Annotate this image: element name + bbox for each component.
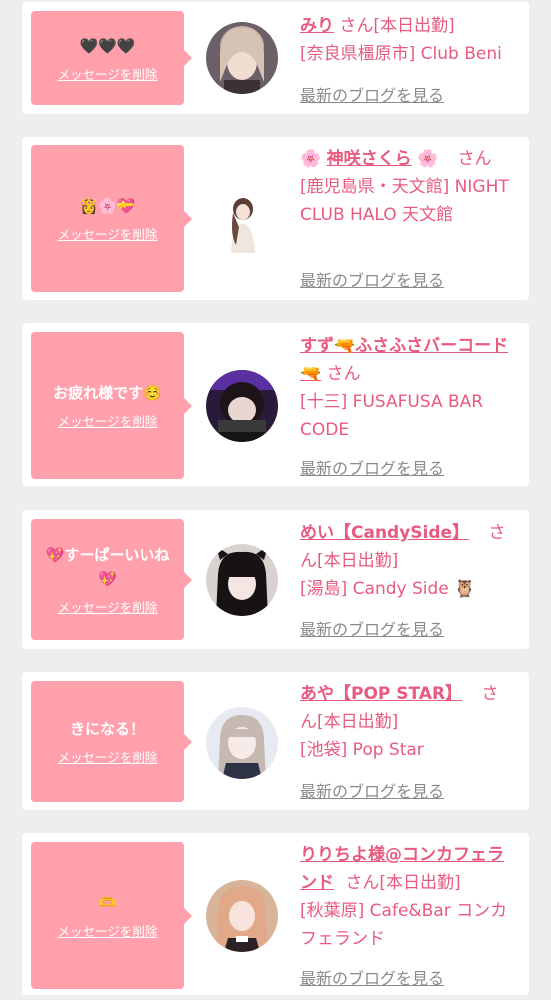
message-bubble: 👸🌸💝 メッセージを削除 bbox=[31, 145, 192, 292]
honorific: さん bbox=[339, 16, 374, 36]
message-bubble: きになる！ メッセージを削除 bbox=[31, 681, 192, 802]
shop-name: [湯島] Candy Side 🦉 bbox=[300, 579, 476, 599]
latest-blog-link[interactable]: 最新のブログを見る bbox=[300, 267, 444, 291]
avatar[interactable] bbox=[206, 544, 278, 616]
honorific: さん bbox=[326, 364, 361, 384]
attendance-badge: [本日出勤] bbox=[379, 873, 461, 893]
delete-message-link[interactable]: メッセージを削除 bbox=[58, 224, 158, 243]
cast-name-link[interactable]: あや【POP STAR】 bbox=[300, 684, 462, 704]
message-card: 👸🌸💝 メッセージを削除 🌸 神咲さくら 🌸 さん [鹿児島県・天文館] NIG… bbox=[22, 137, 529, 300]
attendance-badge: [本日出勤] bbox=[317, 551, 399, 571]
cast-info: みり さん[本日出勤] [奈良県橿原市] Club Beni bbox=[300, 12, 513, 68]
shop-name: [鹿児島県・天文館] NIGHT CLUB HALO 天文館 bbox=[300, 177, 509, 225]
avatar[interactable] bbox=[206, 707, 278, 779]
avatar[interactable] bbox=[206, 183, 278, 255]
attendance-badge: [本日出勤] bbox=[317, 712, 399, 732]
flower-icon: 🌸 bbox=[416, 149, 439, 169]
water-gun-icon: 🔫 bbox=[300, 364, 322, 384]
message-list: 🖤🖤🖤 メッセージを削除 みり さん[本日出勤] [奈良県橿原市] Club B… bbox=[0, 0, 551, 1000]
latest-blog-link[interactable]: 最新のブログを見る bbox=[300, 82, 444, 106]
avatar[interactable] bbox=[206, 370, 278, 442]
latest-blog-link[interactable]: 最新のブログを見る bbox=[300, 455, 444, 479]
shop-name: [奈良県橿原市] Club Beni bbox=[300, 44, 502, 64]
message-card: 🫶 メッセージを削除 りりちよ様@コンカフェランド さん[本日出勤] [秋葉原]… bbox=[22, 833, 529, 995]
cast-name-link[interactable]: めい【CandySide】 bbox=[300, 523, 469, 543]
cast-name-link[interactable]: 神咲さくら bbox=[327, 149, 412, 169]
message-card: きになる！ メッセージを削除 あや【POP STAR】 さん[本日出勤] [池袋… bbox=[22, 672, 529, 810]
message-text: 👸🌸💝 bbox=[79, 197, 136, 215]
shop-name: [秋葉原] Cafe&Bar コンカフェランド bbox=[300, 901, 508, 949]
message-text: きになる！ bbox=[69, 720, 145, 738]
honorific: さん bbox=[345, 873, 380, 893]
delete-message-link[interactable]: メッセージを削除 bbox=[58, 597, 158, 616]
cast-info: 🌸 神咲さくら 🌸 さん [鹿児島県・天文館] NIGHT CLUB HALO … bbox=[300, 145, 513, 229]
latest-blog-link[interactable]: 最新のブログを見る bbox=[300, 965, 444, 989]
cast-name-link[interactable]: みり bbox=[300, 16, 334, 36]
latest-blog-link[interactable]: 最新のブログを見る bbox=[300, 616, 444, 640]
attendance-badge: [本日出勤] bbox=[373, 16, 455, 36]
flower-icon: 🌸 bbox=[300, 149, 322, 169]
message-card: お疲れ様です☺️ メッセージを削除 すず🔫ふさふさバーコード🔫 さん [十三] … bbox=[22, 323, 529, 486]
message-text: 🫶 bbox=[98, 894, 117, 912]
cast-info: すず🔫ふさふさバーコード🔫 さん [十三] FUSAFUSA BAR CODE bbox=[300, 332, 513, 444]
message-text: お疲れ様です☺️ bbox=[53, 384, 162, 402]
message-bubble: 💖すーぱーいいね💖 メッセージを削除 bbox=[31, 519, 192, 640]
message-card: 💖すーぱーいいね💖 メッセージを削除 めい【CandySide】 さん[本日出勤… bbox=[22, 510, 529, 649]
cast-info: りりちよ様@コンカフェランド さん[本日出勤] [秋葉原] Cafe&Bar コ… bbox=[300, 841, 513, 953]
shop-name: [池袋] Pop Star bbox=[300, 740, 424, 760]
cast-info: めい【CandySide】 さん[本日出勤] [湯島] Candy Side 🦉 bbox=[300, 519, 513, 603]
delete-message-link[interactable]: メッセージを削除 bbox=[58, 747, 158, 766]
message-card: 🖤🖤🖤 メッセージを削除 みり さん[本日出勤] [奈良県橿原市] Club B… bbox=[22, 2, 529, 114]
delete-message-link[interactable]: メッセージを削除 bbox=[58, 921, 158, 940]
avatar[interactable] bbox=[206, 880, 278, 952]
latest-blog-link[interactable]: 最新のブログを見る bbox=[300, 778, 444, 802]
cast-name-part: すず bbox=[300, 336, 334, 356]
message-bubble: 🫶 メッセージを削除 bbox=[31, 842, 192, 989]
message-text: 🖤🖤🖤 bbox=[79, 36, 136, 55]
cast-name-part: ふさふさバーコード bbox=[355, 336, 509, 356]
cast-info: あや【POP STAR】 さん[本日出勤] [池袋] Pop Star bbox=[300, 680, 513, 764]
delete-message-link[interactable]: メッセージを削除 bbox=[58, 411, 158, 430]
message-text: 💖すーぱーいいね💖 bbox=[45, 546, 170, 588]
honorific: さん bbox=[457, 149, 492, 169]
avatar[interactable] bbox=[206, 22, 278, 94]
water-gun-icon: 🔫 bbox=[334, 336, 356, 356]
message-bubble: お疲れ様です☺️ メッセージを削除 bbox=[31, 332, 192, 479]
shop-name: [十三] FUSAFUSA BAR CODE bbox=[300, 392, 484, 440]
message-bubble: 🖤🖤🖤 メッセージを削除 bbox=[31, 11, 192, 105]
delete-message-link[interactable]: メッセージを削除 bbox=[58, 64, 158, 83]
